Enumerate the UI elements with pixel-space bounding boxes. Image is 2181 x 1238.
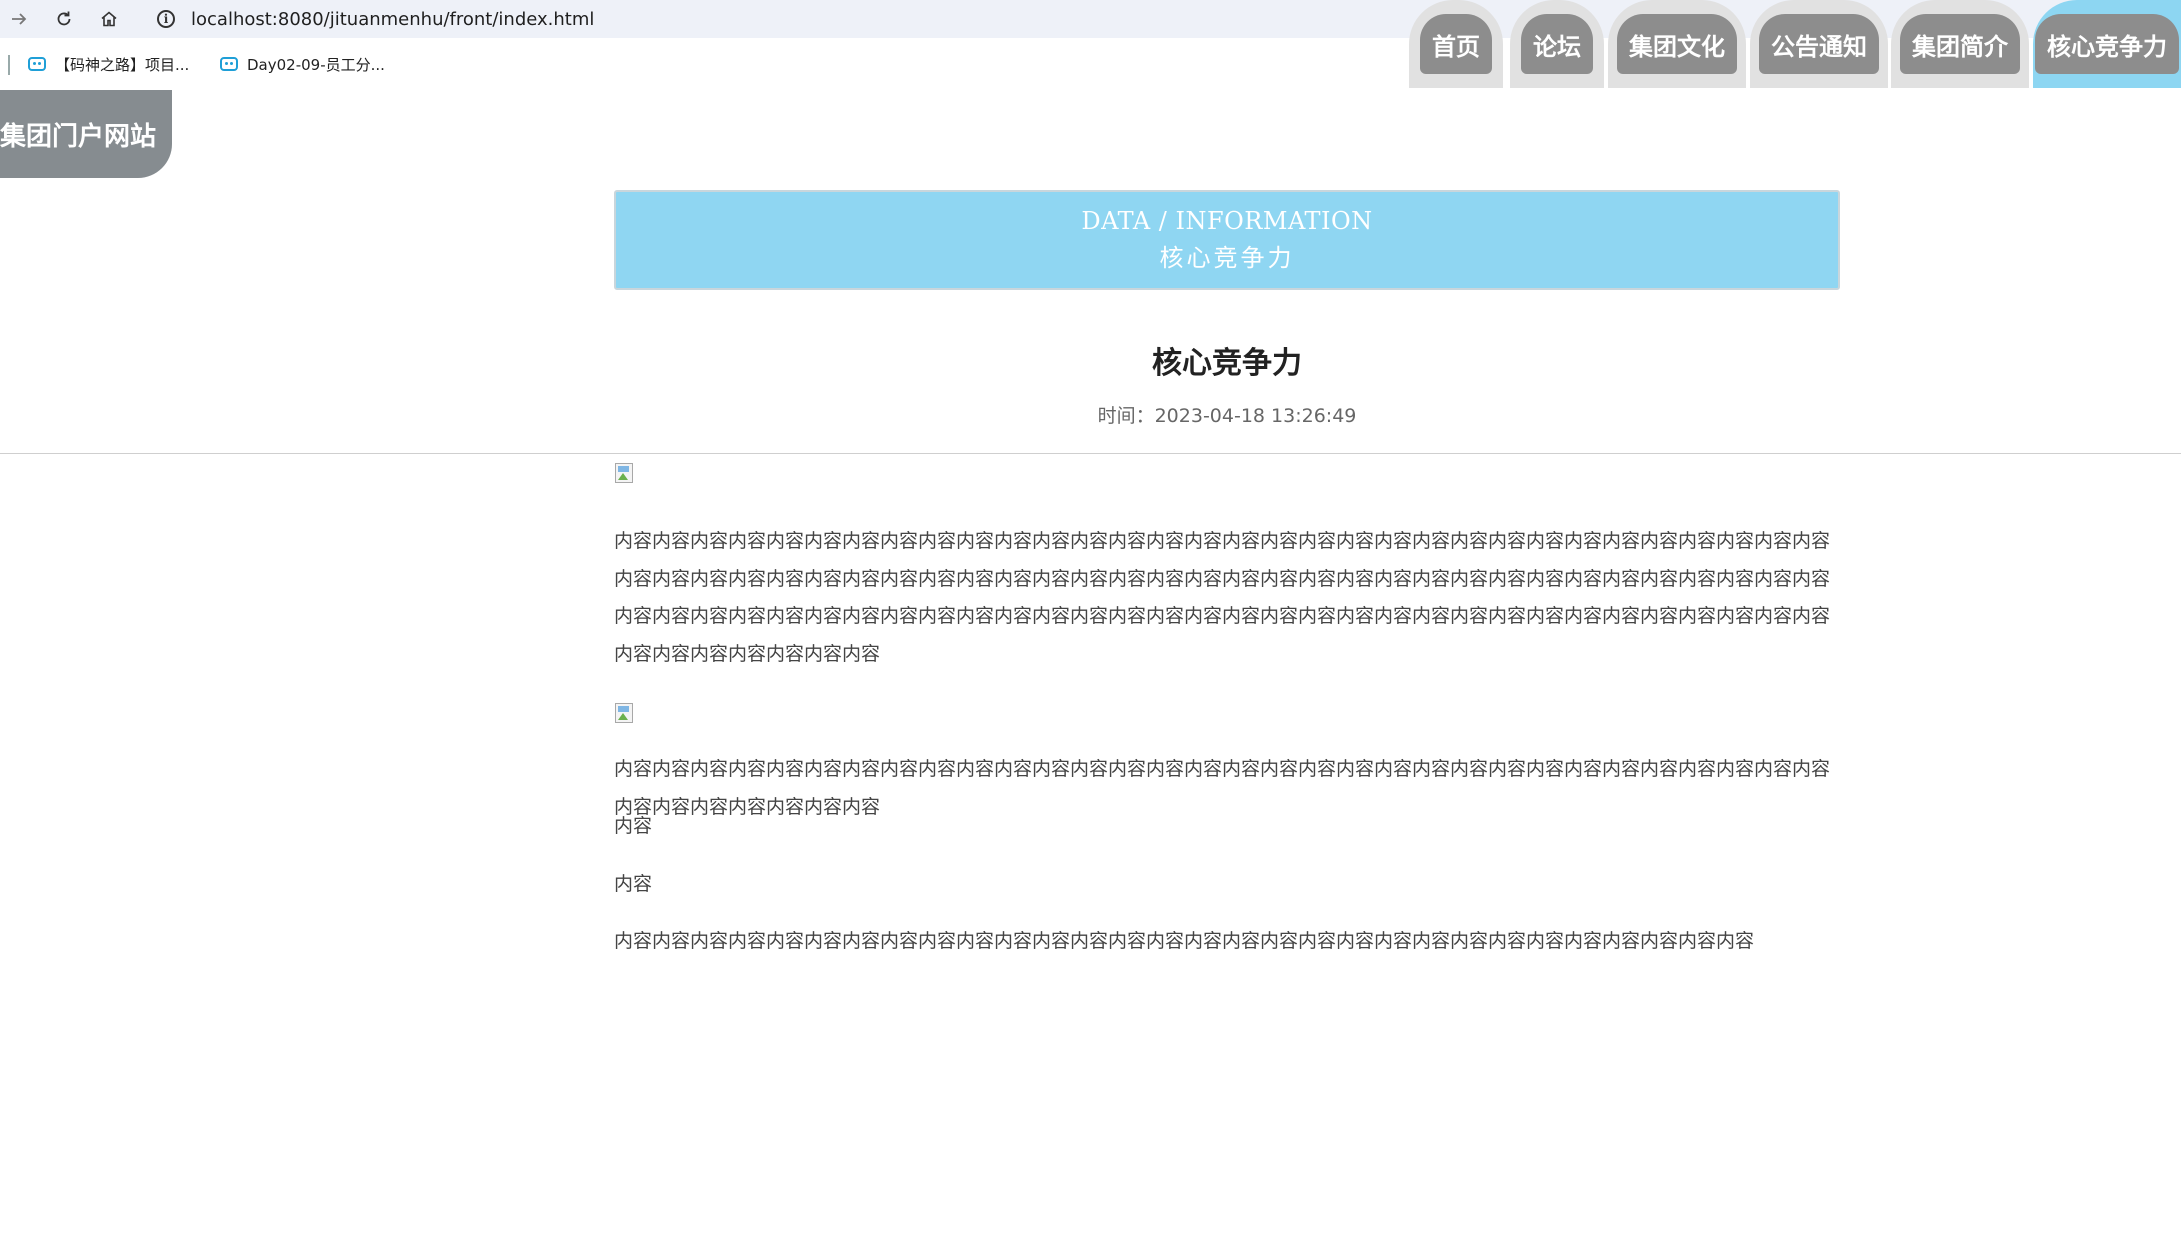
site-logo[interactable]: 集团门户网站 — [0, 90, 172, 178]
article-paragraph: 内容内容内容内容内容内容内容内容内容内容内容内容内容内容内容内容内容内容内容内容… — [614, 930, 1755, 952]
tab-label: 首页 — [1420, 14, 1492, 74]
broken-image-icon — [615, 703, 633, 723]
article-paragraph: 内容 — [614, 815, 653, 837]
url-text: localhost:8080/jituanmenhu/front/index.h… — [191, 8, 595, 30]
banner-chinese-title: 核心竞争力 — [1159, 244, 1295, 272]
tab-intro[interactable]: 集团简介 — [1891, 0, 2029, 88]
article-title: 核心竞争力 — [1152, 346, 1302, 381]
bookmark-separator — [8, 55, 10, 75]
site-logo-text: 集团门户网站 — [0, 121, 157, 152]
article-time: 时间：2023-04-18 13:26:49 — [1097, 405, 1357, 427]
site-info-icon[interactable]: i — [157, 10, 175, 28]
reload-icon[interactable] — [49, 4, 79, 34]
bookmark-item[interactable]: 【码神之路】项目... — [28, 51, 189, 77]
banner-english-title: DATA / INFORMATION — [1081, 207, 1373, 235]
bilibili-icon — [220, 57, 238, 71]
tab-label: 论坛 — [1521, 14, 1593, 74]
broken-image-icon — [615, 463, 633, 483]
tab-label: 集团文化 — [1617, 14, 1737, 74]
forward-arrow-icon[interactable] — [4, 4, 34, 34]
bilibili-icon — [28, 57, 46, 71]
article-paragraph: 内容 — [614, 873, 653, 895]
bookmark-item[interactable]: Day02-09-员工分... — [220, 51, 385, 77]
tab-label: 公告通知 — [1759, 14, 1879, 74]
tab-notices[interactable]: 公告通知 — [1750, 0, 1888, 88]
divider — [0, 453, 2181, 454]
tab-label: 集团简介 — [1900, 14, 2020, 74]
tab-culture[interactable]: 集团文化 — [1608, 0, 1746, 88]
bookmark-label: Day02-09-员工分... — [247, 55, 385, 74]
article-paragraph: 内容内容内容内容内容内容内容内容内容内容内容内容内容内容内容内容内容内容内容内容… — [614, 530, 1831, 665]
tab-label: 核心竞争力 — [2035, 14, 2179, 74]
tab-home[interactable]: 首页 — [1409, 0, 1503, 88]
tab-forum[interactable]: 论坛 — [1510, 0, 1604, 88]
section-banner: DATA / INFORMATION 核心竞争力 — [614, 190, 1840, 290]
tab-core-competence[interactable]: 核心竞争力 — [2033, 0, 2181, 88]
home-icon[interactable] — [94, 4, 124, 34]
bookmark-label: 【码神之路】项目... — [55, 55, 190, 74]
